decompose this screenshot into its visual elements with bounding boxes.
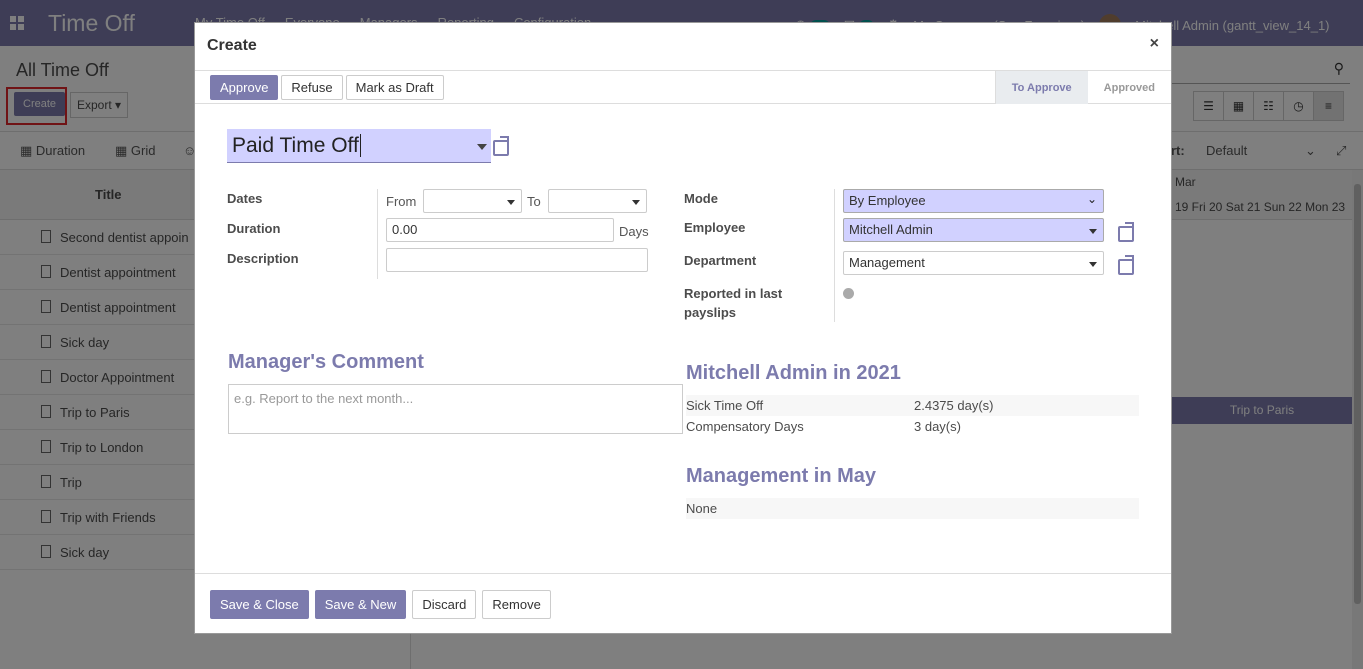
field-separator <box>377 189 378 279</box>
save-new-button[interactable]: Save & New <box>314 590 407 619</box>
chevron-down-icon: ⌄ <box>1086 192 1097 206</box>
table-row: Sick Time Off 2.4375 day(s) <box>686 395 1139 416</box>
summary-key: Compensatory Days <box>686 419 804 434</box>
statusbar: Approve Refuse Mark as Draft To Approve … <box>195 71 1171 104</box>
external-link-icon[interactable] <box>492 135 511 156</box>
remove-button[interactable]: Remove <box>482 590 551 619</box>
description-label: Description <box>227 251 299 266</box>
description-field[interactable] <box>386 248 648 272</box>
stage-bar: To Approve Approved <box>994 71 1171 104</box>
dialog-footer: Save & Close Save & New Discard Remove <box>195 573 1171 634</box>
department-summary-title: Management in May <box>686 465 877 487</box>
form-sheet: Paid Time Off Dates Duration Description… <box>195 105 1171 573</box>
discard-button[interactable]: Discard <box>412 590 477 619</box>
close-icon[interactable]: × <box>1150 35 1159 53</box>
summary-value: None <box>686 501 718 516</box>
date-from-field[interactable] <box>423 189 522 213</box>
managers-comment-title: Manager's Comment <box>228 351 424 373</box>
from-label: From <box>386 194 417 209</box>
external-link-icon[interactable] <box>1117 221 1136 242</box>
summary-value: 2.4375 day(s) <box>914 398 994 413</box>
stage-to-approve[interactable]: To Approve <box>994 71 1088 104</box>
date-to-field[interactable] <box>548 189 647 213</box>
mark-as-draft-button[interactable]: Mark as Draft <box>345 75 444 100</box>
external-link-icon[interactable] <box>1117 254 1136 275</box>
stage-approved[interactable]: Approved <box>1088 71 1171 104</box>
mode-label: Mode <box>684 191 718 206</box>
summary-key: Sick Time Off <box>686 398 764 413</box>
reported-label: Reported in last <box>684 286 783 301</box>
mode-select[interactable]: By Employee ⌄ <box>843 189 1104 213</box>
duration-label: Duration <box>227 221 281 236</box>
leave-type-value: Paid Time Off <box>232 134 359 157</box>
employee-summary-title: Mitchell Admin in 2021 <box>686 362 901 384</box>
department-field[interactable]: Management <box>843 251 1104 275</box>
duration-field[interactable]: 0.00 <box>386 218 614 242</box>
employee-field[interactable]: Mitchell Admin <box>843 218 1104 242</box>
chevron-down-icon[interactable] <box>477 144 487 150</box>
create-dialog: Create × Approve Refuse Mark as Draft To… <box>194 22 1172 634</box>
to-label: To <box>527 194 541 209</box>
days-unit: Days <box>619 224 649 239</box>
managers-comment-field[interactable]: e.g. Report to the next month... <box>228 384 683 434</box>
approve-button[interactable]: Approve <box>210 75 279 100</box>
summary-value: 3 day(s) <box>914 419 961 434</box>
dialog-header: Create × <box>195 23 1171 71</box>
dialog-title: Create <box>207 37 257 54</box>
save-close-button[interactable]: Save & Close <box>210 590 309 619</box>
employee-label: Employee <box>684 220 746 235</box>
field-separator <box>834 189 835 322</box>
department-label: Department <box>684 253 757 268</box>
reported-toggle[interactable] <box>843 288 854 299</box>
table-row: None <box>686 498 1139 519</box>
reported-label-line2: payslips <box>684 305 737 320</box>
refuse-button[interactable]: Refuse <box>281 75 343 100</box>
leave-type-field[interactable]: Paid Time Off <box>227 129 491 163</box>
mode-value: By Employee <box>849 193 926 208</box>
dates-label: Dates <box>227 191 263 206</box>
table-row: Compensatory Days 3 day(s) <box>686 416 1139 437</box>
